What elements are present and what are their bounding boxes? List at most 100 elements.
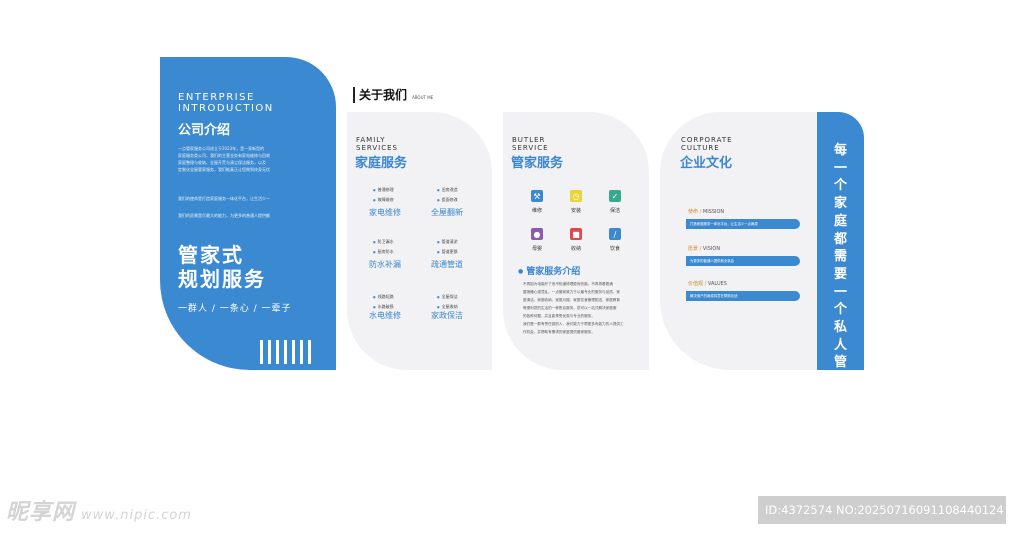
watermark-brand-text: 昵享网 (6, 500, 76, 525)
motto-char: 私 (833, 320, 847, 336)
watermark-url: www.nipic.com (81, 508, 192, 523)
service-bullet: 线路短路 (373, 294, 394, 300)
corporate-culture-card: CORPORATE CULTURE 企业文化 使命 / MISSION 打造家庭… (660, 112, 818, 370)
intro-paragraph-2: 我们的使命是打造家庭服务一体化平台，让生活少一 (178, 196, 270, 201)
intro-en-heading: ENTERPRISE INTRODUCTION (178, 92, 274, 114)
service-icon-cell: ✓ 保洁 (595, 190, 635, 214)
desc-line: 我们是一群有责任感的人，我们致力于帮更多有能力的人提供工 (523, 322, 624, 326)
icon-label: 保洁 (609, 208, 620, 214)
bar (260, 340, 263, 364)
desc-line: 作机会，并帮助有需求的家庭提供管家服务。 (523, 330, 595, 334)
service-label: 水电维修 (369, 311, 401, 320)
intro-en-line2: INTRODUCTION (178, 103, 274, 114)
service-bullet: 普通修理 (373, 187, 394, 193)
service-bullet: 故障维修 (373, 197, 394, 203)
desc-line: 屋狼藉心烦意乱。一点管家致力于以最专业的服务与品质、家 (523, 290, 621, 294)
culture-en-line2: CULTURE (681, 144, 720, 152)
company-intro-panel: ENTERPRISE INTRODUCTION 公司介绍 一点管家服务公司成立于… (160, 57, 336, 370)
butler-cn-title: 管家服务 (511, 156, 564, 171)
service-bullet: 管道清淤 (437, 239, 458, 245)
service-label: 家政保洁 (431, 311, 463, 320)
family-en-line2: SERVICES (356, 144, 398, 152)
watermark-brand: 昵享网 www.nipic.com (6, 494, 192, 526)
intro-cn-title: 公司介绍 (178, 123, 231, 138)
bar (292, 340, 295, 364)
big-title-line2: 规划服务 (178, 267, 266, 291)
culture-item-text: 打造家庭服务一体化平台，让生活少一点麻烦 (686, 219, 800, 229)
desc-line: 的各种问题，并且能享受优惠与专业的服务。 (523, 314, 595, 318)
intro-paragraph-1: 一点管家服务公司成立于2023年，是一家新型的 家庭服务类公司，我们的主营业务有… (178, 145, 306, 173)
box-icon: ■ (570, 228, 582, 240)
motto-char: 家 (833, 373, 847, 389)
motto-vertical-text: 每一个家庭都需要一个私人管家 (817, 142, 864, 390)
motto-char: 要 (833, 266, 847, 282)
motto-char: 个 (833, 302, 847, 318)
motto-char: 需 (833, 249, 847, 265)
service-icon-cell: ■ 收纳 (556, 228, 596, 252)
icon-label: 收纳 (570, 246, 581, 252)
culture-item-cn: 愿景 (688, 246, 699, 252)
butler-en-line2: SERVICE (512, 144, 549, 152)
service-label: 防水补漏 (369, 260, 401, 269)
icon-label: 维修 (531, 208, 542, 214)
butler-en-heading: BUTLER SERVICE (512, 136, 549, 152)
culture-item-text: 为更多的普通人提供就业机会 (686, 256, 800, 266)
culture-item-en: VALUES (707, 281, 727, 287)
motto-char: 庭 (833, 213, 847, 229)
about-subtitle: ABOUT ME (412, 95, 434, 100)
family-cn-title: 家庭服务 (355, 156, 408, 171)
culture-item-en: MISSION (702, 209, 725, 215)
intro-para-line: 定制化全屋管家服务，我们能真正让您做到终身无忧 (178, 167, 270, 172)
big-title-line1: 管家式 (178, 243, 244, 267)
icon-label: 饮食 (609, 246, 620, 252)
bar (284, 340, 287, 364)
butler-service-card: BUTLER SERVICE 管家服务 ⚒ 维修 ◷ 安装 ✓ 保洁 ● 母婴 … (503, 112, 649, 370)
wrench-icon: ⚒ (531, 190, 543, 202)
motto-char: 一 (833, 284, 847, 300)
culture-item-cn: 使命 (688, 209, 699, 215)
desc-line: 等便利您的生活的一种售后服务。您可以一站式解决家庭服 (523, 306, 617, 310)
service-icon-cell: ● 母婴 (517, 228, 557, 252)
clock-icon: ◷ (570, 190, 582, 202)
intro-para-line: 家庭整理与收纳、全屋开荒与清尘保洁服务，以及 (178, 160, 266, 165)
family-en-heading: FAMILY SERVICES (356, 136, 398, 152)
bar (300, 340, 303, 364)
service-bullet: 管道更换 (437, 249, 458, 255)
service-bullet: 防卫漏水 (373, 239, 394, 245)
service-icon-cell: ⚒ 维修 (517, 190, 557, 214)
culture-item-vision: 愿景 / VISION 为更多的普通人提供就业机会 (686, 245, 800, 266)
about-heading: 关于我们 ABOUT ME (353, 86, 433, 103)
intro-big-title: 管家式 规划服务 (178, 243, 266, 291)
motto-char: 个 (833, 178, 847, 194)
service-label: 全屋翻新 (431, 208, 463, 217)
service-icon-cell: ∕ 饮食 (595, 228, 635, 252)
service-bullet: 瓷面修改 (437, 197, 458, 203)
culture-item-text: 解决用户的麻烦将意在帮助合适 (686, 291, 800, 301)
intro-para-line: 家庭服务类公司，我们的主营业务有家电维修与回收 (178, 153, 270, 158)
icon-label: 母婴 (531, 246, 542, 252)
intro-para-line: 一点管家服务公司成立于2023年，是一家新型的 (178, 146, 265, 151)
bar (268, 340, 271, 364)
watermark-id-bar: ID:4372574 NO:20250716091108440124 (758, 496, 1006, 524)
intro-slogan: 一群人 / 一条心 / 一辈子 (178, 304, 292, 314)
desc-line: 庭清洁、家庭收纳、家庭月嫂、家庭饮食管理配送、家庭教育 (523, 298, 621, 302)
service-bullet: 厨房防水 (373, 249, 394, 255)
motto-char: 人 (833, 337, 847, 353)
culture-item-mission: 使命 / MISSION 打造家庭服务一体化平台，让生活少一点麻烦 (686, 208, 800, 229)
desc-line: 不再因为电脑开了但不知道修理费而伤脑、不再再看着满 (523, 282, 613, 286)
culture-en-heading: CORPORATE CULTURE (681, 136, 733, 152)
about-title: 关于我们 (359, 88, 408, 102)
bar (276, 340, 279, 364)
intro-en-line1: ENTERPRISE (178, 92, 255, 103)
family-services-card: FAMILY SERVICES 家庭服务 普通修理 故障维修 家电维修 旧房改造… (347, 112, 492, 370)
knife-icon: ∕ (609, 228, 621, 240)
motto-char: 都 (833, 231, 847, 247)
heading-divider (353, 86, 355, 103)
butler-en-line1: BUTLER (512, 136, 546, 144)
service-bullet: 全屋保洁 (437, 294, 458, 300)
culture-en-line1: CORPORATE (681, 136, 733, 144)
bar (308, 340, 311, 364)
service-label: 家电维修 (369, 208, 401, 217)
motto-char: 每 (833, 143, 847, 158)
butler-description: 不再因为电脑开了但不知道修理费而伤脑、不再再看着满 屋狼藉心烦意乱。一点管家致力… (523, 280, 633, 336)
